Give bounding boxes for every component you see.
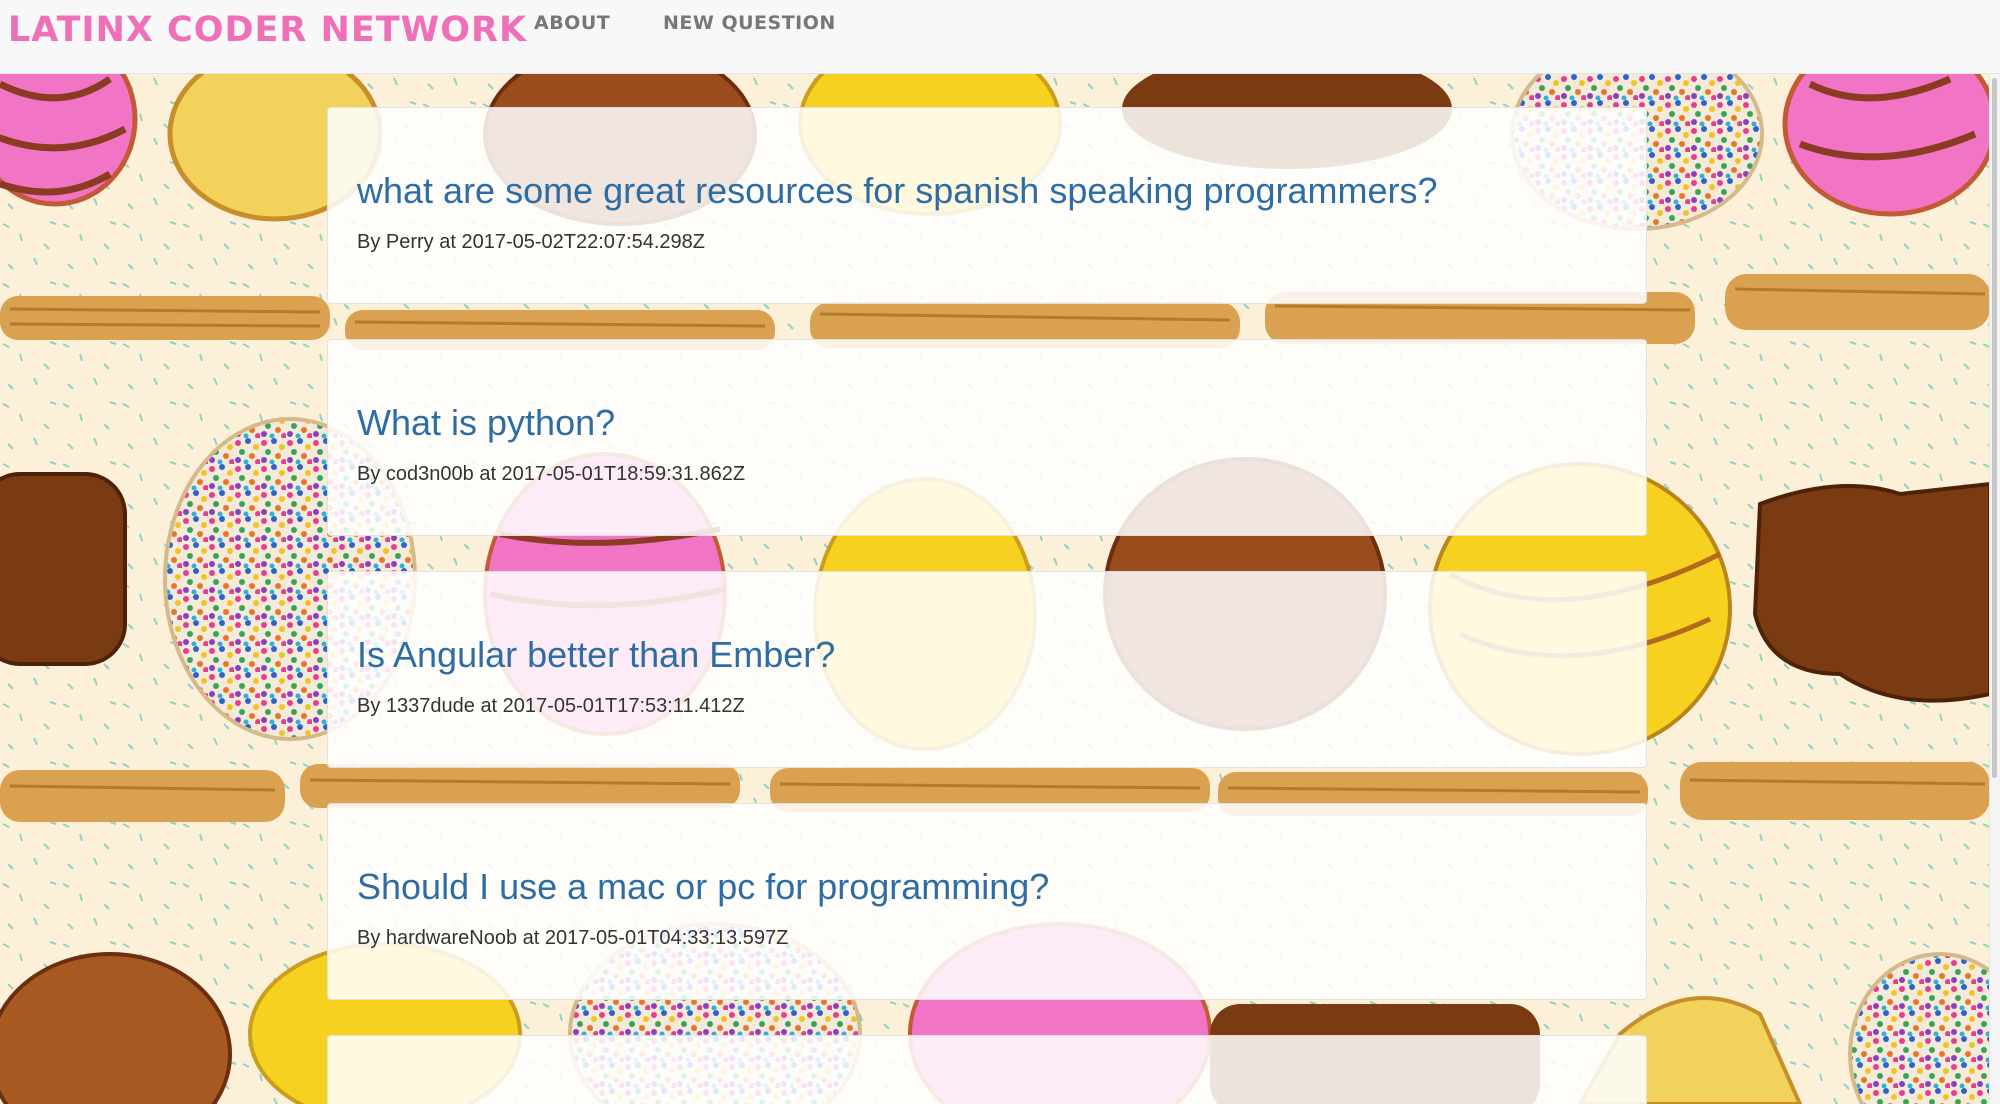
navbar: LATINX CODER NETWORK ABOUT NEW QUESTION	[0, 0, 2000, 74]
question-title-link[interactable]: what are some great resources for spanis…	[357, 170, 1438, 212]
question-author-meta: By cod3n00b at 2017-05-01T18:59:31.862Z	[357, 463, 746, 485]
brand-logo-link[interactable]: LATINX CODER NETWORK	[8, 10, 527, 50]
question-author-meta: By Perry at 2017-05-02T22:07:54.298Z	[357, 231, 705, 253]
question-card: Is Angular better than Ember? By 1337dud…	[327, 571, 1647, 768]
question-title-link[interactable]: What is python?	[357, 402, 615, 444]
nav-link-new-question[interactable]: NEW QUESTION	[663, 12, 836, 34]
question-card-partial	[327, 1035, 1647, 1104]
question-card: Should I use a mac or pc for programming…	[327, 803, 1647, 1000]
page-scrollbar[interactable]	[1989, 74, 2000, 1104]
question-author-meta: By 1337dude at 2017-05-01T17:53:11.412Z	[357, 695, 745, 717]
nav-link-about[interactable]: ABOUT	[534, 12, 610, 34]
question-card: What is python? By cod3n00b at 2017-05-0…	[327, 339, 1647, 536]
question-card: what are some great resources for spanis…	[327, 107, 1647, 304]
question-author-meta: By hardwareNoob at 2017-05-01T04:33:13.5…	[357, 927, 789, 949]
scrollbar-thumb[interactable]	[1992, 78, 1997, 778]
question-title-link[interactable]: Is Angular better than Ember?	[357, 634, 835, 676]
question-title-link[interactable]: Should I use a mac or pc for programming…	[357, 866, 1049, 908]
